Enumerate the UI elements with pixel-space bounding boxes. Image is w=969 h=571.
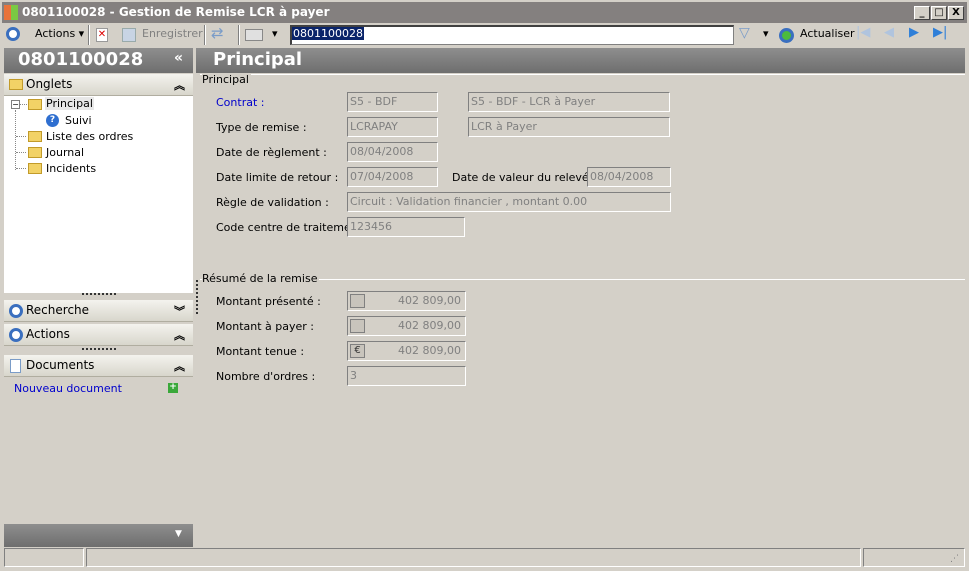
regle-validation-field[interactable]: Circuit : Validation financier , montant… [347,192,671,212]
regle-validation-label: Règle de validation : [216,196,329,209]
montant-a-payer-field[interactable]: 402 809,00 [347,316,466,336]
code-centre-field[interactable]: 123456 [347,217,465,237]
actions-section-icon [9,328,23,342]
chevron-down-icon[interactable]: ▼ [175,529,182,539]
splitter-handle[interactable] [196,280,198,314]
amount-button-icon[interactable] [350,294,365,308]
chevron-up-icon[interactable]: ︽ [174,327,185,343]
tabs-tree: − Principal ? Suivi Liste des ordres Jou… [4,96,193,293]
collapse-node-icon[interactable]: − [11,100,20,109]
actions-section-label: Actions [26,327,70,341]
add-icon[interactable]: + [168,383,178,393]
type-remise-code-field[interactable]: LCRAPAY [347,117,438,137]
sidebar-title: 0801100028 [18,49,144,70]
documents-label: Documents [26,358,95,372]
status-panel [4,548,84,567]
montant-presente-label: Montant présenté : [216,295,321,308]
document-icon [10,359,21,373]
date-limite-label: Date limite de retour : [216,171,339,184]
tree-item-incidents[interactable]: Incidents [46,162,96,175]
principal-legend: Principal [202,73,251,86]
contrat-label-field[interactable]: S5 - BDF - LCR à Payer [468,92,670,112]
amount-button-icon[interactable] [350,319,365,333]
documents-section-header[interactable]: Documents ︽ [4,355,193,377]
recherche-label: Recherche [26,303,90,317]
minimize-button[interactable]: _ [914,6,930,20]
title-bar: 0801100028 - Gestion de Remise LCR à pay… [0,0,969,23]
next-record-icon[interactable]: ▶ [909,25,919,40]
nombre-ordres-field[interactable]: 3 [347,366,466,386]
save-button[interactable]: Enregistrer [142,27,203,40]
tree-item-principal[interactable]: Principal [45,97,94,110]
euro-icon[interactable]: € [350,344,365,358]
first-record-icon[interactable]: |◀ [856,25,870,40]
resize-grip-icon[interactable]: ⋰ [950,554,959,564]
chevron-up-icon[interactable]: ︽ [174,358,185,374]
type-remise-label: Type de remise : [216,121,307,134]
folder-icon [28,163,42,174]
filter-dropdown[interactable]: ▾ [763,27,769,40]
close-button[interactable]: X [948,6,964,20]
folder-icon [28,131,42,142]
date-reglement-label: Date de règlement : [216,146,327,159]
print-dropdown[interactable]: ▾ [272,27,278,40]
status-panel [86,548,861,567]
toolbar: Actions ▾ ✕ Enregistrer ⇄ ▾ 0801100028 ▽… [0,23,969,47]
date-valeur-field[interactable]: 08/04/2008 [587,167,671,187]
save-icon [122,28,136,42]
date-reglement-field[interactable]: 08/04/2008 [347,142,438,162]
page-title: Principal [213,49,303,70]
montant-tenue-field[interactable]: €402 809,00 [347,341,466,361]
new-document-link[interactable]: Nouveau document [14,382,122,395]
refresh-button[interactable]: Actualiser [800,27,855,40]
print-icon[interactable] [245,29,263,41]
actions-section-header[interactable]: Actions ︽ [4,324,193,346]
sidebar-footer: ▼ [4,524,193,547]
folder-icon [28,147,42,158]
delete-icon[interactable]: ✕ [96,28,108,42]
search-input[interactable]: 0801100028 [290,25,734,45]
contrat-code-field[interactable]: S5 - BDF [347,92,438,112]
previous-record-icon[interactable]: ◀ [884,25,894,40]
sync-icon[interactable]: ⇄ [211,24,224,42]
divider [200,74,965,75]
onglets-section-header[interactable]: Onglets ︽ [4,74,193,96]
chevron-up-icon[interactable]: ︽ [174,77,185,93]
montant-a-payer-label: Montant à payer : [216,320,314,333]
recherche-section-header[interactable]: Recherche ︾ [4,300,193,322]
status-bar: ⋰ [4,548,965,568]
folder-icon [9,79,23,90]
collapse-sidebar-button[interactable]: « [174,50,183,66]
date-valeur-label: Date de valeur du relevé : [452,171,596,184]
refresh-icon[interactable] [779,28,794,43]
maximize-button[interactable]: □ [931,6,947,20]
contrat-link[interactable]: Contrat : [216,96,264,109]
sidebar-header: 0801100028 « [4,48,193,73]
actions-menu-button[interactable]: Actions ▾ [35,27,84,40]
resume-legend: Résumé de la remise [202,272,320,285]
actions-label: Actions [35,27,76,40]
montant-presente-field[interactable]: 402 809,00 [347,291,466,311]
help-icon: ? [46,114,59,127]
nombre-ordres-label: Nombre d'ordres : [216,370,316,383]
chevron-down-icon[interactable]: ︾ [174,303,185,319]
date-limite-field[interactable]: 07/04/2008 [347,167,438,187]
tree-item-suivi[interactable]: Suivi [65,114,92,127]
tree-item-liste-des-ordres[interactable]: Liste des ordres [46,130,133,143]
window-title: 0801100028 - Gestion de Remise LCR à pay… [22,5,330,19]
montant-tenue-label: Montant tenue : [216,345,305,358]
type-remise-label-field[interactable]: LCR à Payer [468,117,670,137]
actions-menu-icon[interactable] [6,27,20,41]
search-section-icon [9,304,23,318]
tree-item-journal[interactable]: Journal [46,146,84,159]
filter-icon[interactable]: ▽ [739,25,750,41]
onglets-label: Onglets [26,77,73,91]
splitter-handle[interactable] [82,348,116,350]
splitter-handle[interactable] [82,293,116,295]
open-folder-icon [28,99,42,110]
main-header: Principal [196,48,965,73]
last-record-icon[interactable]: ▶| [933,25,947,40]
app-icon [4,5,18,20]
